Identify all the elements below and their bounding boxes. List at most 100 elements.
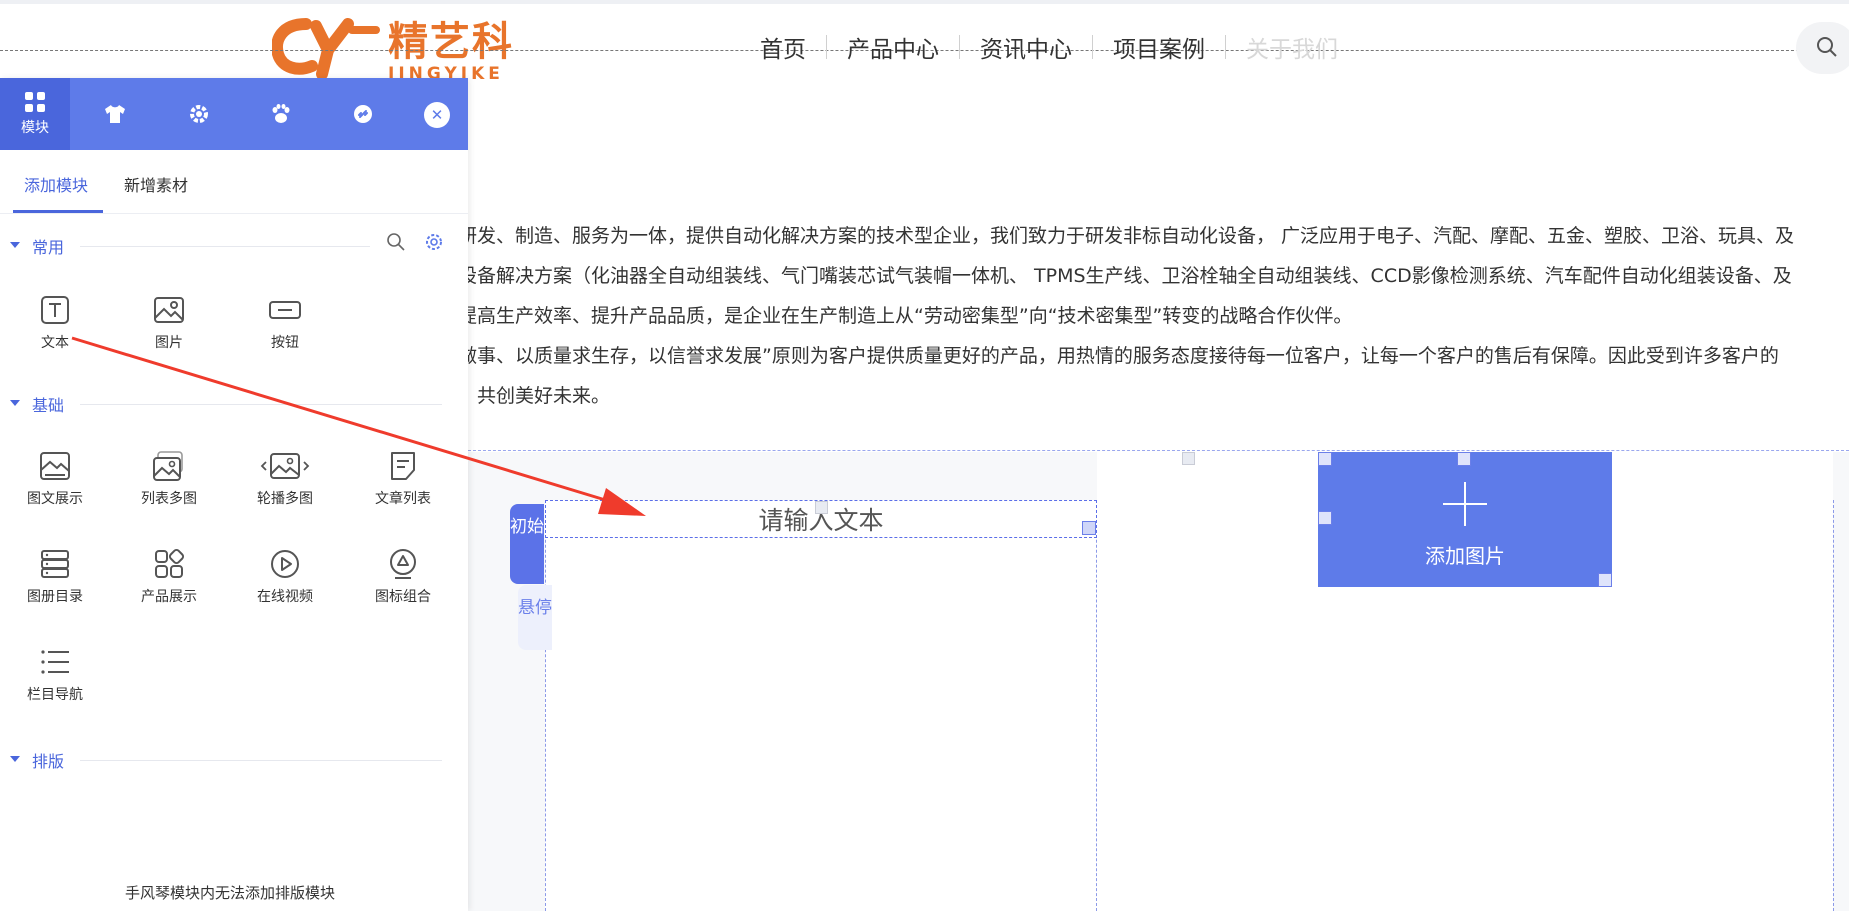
group-basic-header[interactable]: 基础 <box>0 392 468 416</box>
divider <box>80 246 370 247</box>
close-icon[interactable]: ✕ <box>424 102 450 128</box>
module-icon-group[interactable]: 图标组合 <box>348 548 458 628</box>
image-icon <box>154 297 184 323</box>
module-button[interactable]: 按钮 <box>230 294 340 374</box>
panel-subtabs: 添加模块 新增素材 <box>0 150 468 214</box>
panel-footer-note: 手风琴模块内无法添加排版模块 <box>124 884 335 902</box>
gear-icon[interactable] <box>424 232 444 252</box>
state-tab-hover[interactable]: 悬停 <box>518 585 552 650</box>
product-icon <box>155 548 185 578</box>
panel-tab-style[interactable] <box>80 78 150 150</box>
panel-tab-label: 模块 <box>21 120 49 136</box>
resize-handle-top[interactable] <box>815 501 828 514</box>
module-label: 图片 <box>155 335 183 351</box>
panel-tab-paw[interactable] <box>246 78 316 150</box>
module-article-list[interactable]: 文章列表 <box>348 450 458 530</box>
icon-group-icon <box>390 549 416 579</box>
main-nav: 首页 产品中心 资讯中心 项目案例 关于我们 <box>740 30 1358 64</box>
module-label: 按钮 <box>271 335 299 351</box>
top-border <box>0 0 1849 4</box>
section-guide-line <box>468 450 1849 451</box>
add-image-label: 添加图片 <box>1425 544 1505 568</box>
module-column-nav[interactable]: 栏目导航 <box>0 646 110 726</box>
paw-icon <box>272 104 290 123</box>
link-icon <box>354 105 372 123</box>
module-label: 图标组合 <box>375 589 431 605</box>
divider <box>80 404 442 405</box>
logo-mark-icon <box>271 16 380 80</box>
nav-item-home[interactable]: 首页 <box>740 30 826 64</box>
search-icon <box>1817 37 1837 57</box>
column-guide-line <box>1833 500 1834 911</box>
module-label: 产品展示 <box>141 589 197 605</box>
stacked-images-icon <box>153 451 183 481</box>
nav-item-products[interactable]: 产品中心 <box>827 30 959 64</box>
list-icon <box>41 650 69 674</box>
left-column[interactable] <box>545 500 1097 911</box>
subtab-add-module[interactable]: 添加模块 <box>24 172 88 196</box>
module-image-text[interactable]: 图文展示 <box>0 450 110 530</box>
collapse-arrow-icon <box>10 756 20 762</box>
gear-icon <box>190 105 208 123</box>
play-icon <box>271 550 299 578</box>
collapse-arrow-icon <box>10 242 20 248</box>
module-label: 图文展示 <box>27 491 83 507</box>
panel-tab-settings[interactable] <box>164 78 234 150</box>
panel-tab-link[interactable] <box>328 78 398 150</box>
logo-cn-text: 精艺科 <box>388 19 514 65</box>
group-label: 排版 <box>32 752 65 771</box>
add-image-module[interactable]: 添加图片 <box>1318 452 1612 587</box>
album-icon <box>41 550 69 578</box>
intro-line: ，共创美好未来。 <box>458 385 611 407</box>
divider <box>80 760 442 761</box>
module-label: 在线视频 <box>257 589 313 605</box>
nav-item-cases[interactable]: 项目案例 <box>1093 30 1225 64</box>
subtab-new-material[interactable]: 新增素材 <box>124 172 188 196</box>
module-product-display[interactable]: 产品展示 <box>114 548 224 628</box>
nav-item-news[interactable]: 资讯中心 <box>960 30 1092 64</box>
module-album-catalog[interactable]: 图册目录 <box>0 548 110 628</box>
search-icon[interactable] <box>386 232 406 252</box>
state-tab-initial[interactable]: 初始 <box>510 504 544 584</box>
subtab-active-indicator <box>13 210 103 213</box>
collapse-arrow-icon <box>10 400 20 406</box>
resize-handle-top[interactable] <box>1182 452 1195 465</box>
intro-line: 提高生产效率、提升产品品质，是企业在生产制造上从“劳动密集型”向“技术密集型”转… <box>458 305 1353 327</box>
nav-item-about[interactable]: 关于我们 <box>1226 30 1358 64</box>
image-text-icon <box>40 452 70 480</box>
panel-tab-modules[interactable]: 模块 <box>0 78 70 150</box>
intro-paragraph: 研发、制造、服务为一体，提供自动化解决方案的技术型企业，我们致力于研发非标自动化… <box>458 216 1794 416</box>
module-image[interactable]: 图片 <box>114 294 224 374</box>
move-handle[interactable] <box>1318 452 1332 466</box>
grid-icon <box>25 92 45 112</box>
module-label: 图册目录 <box>27 589 83 605</box>
intro-line: 研发、制造、服务为一体，提供自动化解决方案的技术型企业，我们致力于研发非标自动化… <box>458 225 1795 247</box>
intro-line: 做事、以质量求生存，以信誉求发展”原则为客户提供质量更好的产品，用热情的服务态度… <box>458 345 1779 367</box>
intro-line: 设备解决方案（化油器全自动组装线、气门嘴装芯试气装帽一体机、 TPMS生产线、卫… <box>458 265 1792 287</box>
module-text[interactable]: 文本 <box>0 294 110 374</box>
group-layout-header[interactable]: 排版 <box>0 748 468 772</box>
shirt-icon <box>105 105 125 123</box>
module-list-images[interactable]: 列表多图 <box>114 450 224 530</box>
resize-handle-corner[interactable] <box>1598 573 1612 587</box>
group-common-header[interactable]: 常用 <box>0 232 468 258</box>
module-label: 文本 <box>41 335 69 351</box>
panel-tab-bar: 模块 ✕ <box>0 78 468 150</box>
module-label: 栏目导航 <box>27 687 83 703</box>
button-icon <box>269 301 301 319</box>
module-carousel[interactable]: 轮播多图 <box>230 450 340 530</box>
search-button[interactable] <box>1796 22 1849 74</box>
module-panel: 模块 ✕ 添加模块 新增素材 常用 文本 图片 按钮 基础 图文展示 列表多图 … <box>0 78 468 911</box>
text-icon <box>41 296 69 324</box>
group-label: 常用 <box>32 238 65 257</box>
resize-handle-left[interactable] <box>1318 511 1332 525</box>
article-icon <box>391 452 415 480</box>
resize-handle-top[interactable] <box>1457 452 1471 466</box>
module-online-video[interactable]: 在线视频 <box>230 548 340 628</box>
module-label: 列表多图 <box>141 491 197 507</box>
module-label: 文章列表 <box>375 491 431 507</box>
plus-icon <box>1443 482 1487 526</box>
module-label: 轮播多图 <box>257 491 313 507</box>
carousel-icon <box>260 453 310 479</box>
resize-handle-corner[interactable] <box>1082 521 1096 535</box>
